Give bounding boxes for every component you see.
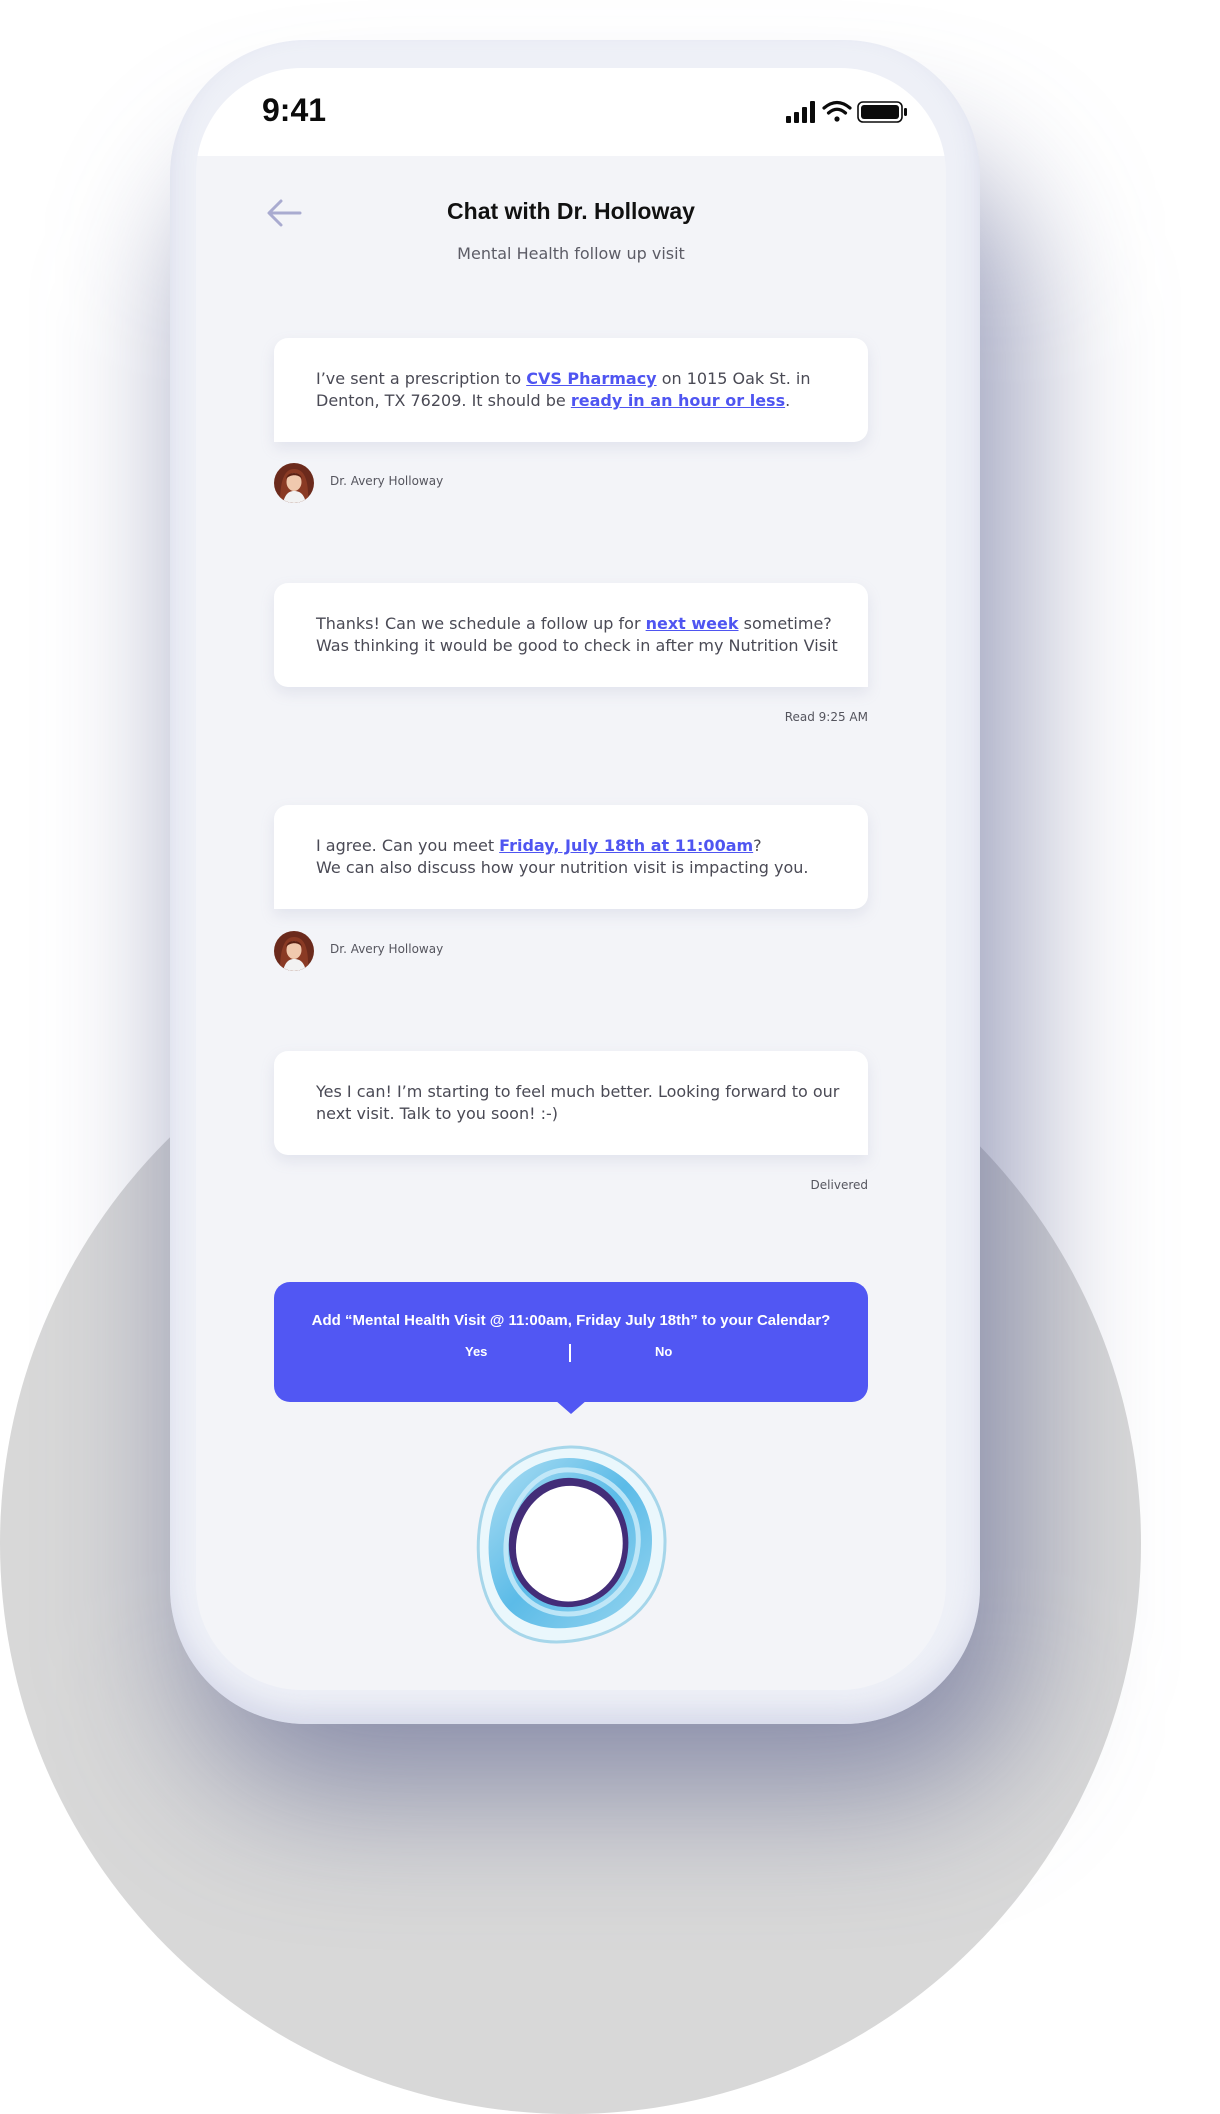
ready-time-link[interactable]: ready in an hour or less: [571, 391, 785, 410]
prompt-divider: [569, 1344, 571, 1362]
message-line: Yes I can! I’m starting to feel much bet…: [316, 1082, 840, 1101]
message-bubble-incoming: I’ve sent a prescription to CVS Pharmacy…: [274, 338, 868, 442]
chat-title: Chat with Dr. Holloway: [447, 198, 695, 224]
phone-screen: 9:41 Chat with Dr. Holloway Mental Healt…: [196, 68, 946, 1690]
calendar-prompt-text: Add “Mental Health Visit @ 11:00am, Frid…: [311, 1312, 831, 1329]
message-delivery-status: Delivered: [810, 1178, 868, 1192]
calendar-prompt-tail: [555, 1400, 587, 1414]
wifi-icon: [822, 100, 852, 122]
message-read-status: Read 9:25 AM: [784, 710, 868, 724]
status-bar: 9:41: [196, 68, 946, 156]
message-line: I agree. Can you meet Friday, July 18th …: [316, 836, 762, 855]
message-bubble-outgoing: Yes I can! I’m starting to feel much bet…: [274, 1051, 868, 1155]
calendar-yes-button[interactable]: Yes: [457, 1344, 495, 1359]
calendar-prompt: Add “Mental Health Visit @ 11:00am, Frid…: [274, 1282, 868, 1402]
avatar: [274, 463, 314, 503]
message-bubble-outgoing: Thanks! Can we schedule a follow up for …: [274, 583, 868, 687]
message-line: Thanks! Can we schedule a follow up for …: [316, 614, 832, 633]
message-line: Was thinking it would be good to check i…: [316, 636, 838, 655]
status-icons: [786, 100, 907, 123]
message-line: Denton, TX 76209. It should be ready in …: [316, 391, 791, 410]
message-line: We can also discuss how your nutrition v…: [316, 858, 809, 877]
message-line: I’ve sent a prescription to CVS Pharmacy…: [316, 369, 811, 388]
sender-name: Dr. Avery Holloway: [330, 474, 444, 488]
message-line: next visit. Talk to you soon! :-): [316, 1104, 558, 1123]
status-time: 9:41: [262, 92, 327, 128]
appointment-date-link[interactable]: Friday, July 18th at 11:00am: [499, 836, 753, 855]
avatar: [274, 931, 314, 971]
message-bubble-incoming: I agree. Can you meet Friday, July 18th …: [274, 805, 868, 909]
calendar-no-button[interactable]: No: [647, 1344, 680, 1359]
sender-name: Dr. Avery Holloway: [330, 942, 444, 956]
chat-subtitle: Mental Health follow up visit: [457, 244, 685, 263]
pharmacy-link[interactable]: CVS Pharmacy: [526, 369, 656, 388]
cellular-signal-icon: [786, 101, 815, 123]
next-week-link[interactable]: next week: [646, 614, 739, 633]
battery-icon: [857, 101, 907, 123]
stage: 9:41 Chat with Dr. Holloway Mental Healt…: [0, 0, 1220, 2114]
voice-assistant-orb-icon[interactable]: [466, 1440, 676, 1650]
